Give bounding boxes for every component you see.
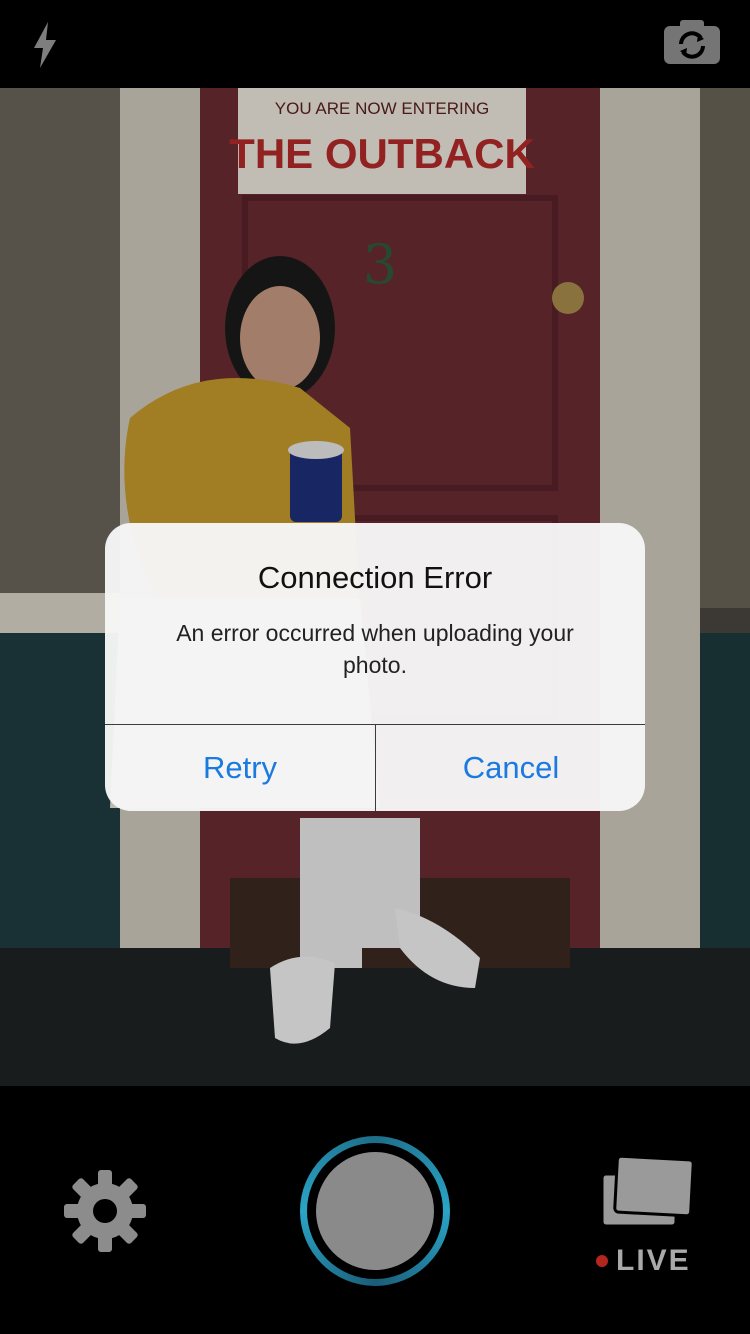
- live-label: LIVE: [616, 1244, 691, 1277]
- flash-icon[interactable]: [28, 20, 62, 70]
- shutter-button[interactable]: [300, 1136, 450, 1286]
- gallery-stack-icon[interactable]: [600, 1152, 696, 1236]
- sign-line2: THE OUTBACK: [229, 130, 535, 177]
- shutter-core: [316, 1152, 434, 1270]
- gear-icon[interactable]: [62, 1168, 148, 1254]
- alert-message: An error occurred when uploading your ph…: [176, 620, 574, 678]
- door-number: 3: [363, 233, 397, 296]
- alert-title: Connection Error: [257, 560, 493, 595]
- sign-line1: YOU ARE NOW ENTERING: [275, 99, 489, 118]
- retry-button[interactable]: Retry: [105, 725, 375, 811]
- cancel-button[interactable]: Cancel: [376, 725, 645, 811]
- live-dot: [596, 1255, 608, 1267]
- connection-error-alert: Connection Error An error occurred when …: [105, 523, 645, 811]
- bottom-bar: LIVE: [0, 1086, 750, 1334]
- live-indicator[interactable]: LIVE: [596, 1242, 706, 1280]
- door-sign: YOU ARE NOW ENTERING THE OUTBACK: [229, 88, 535, 194]
- flip-camera-icon[interactable]: [662, 18, 722, 66]
- top-bar: [0, 0, 750, 88]
